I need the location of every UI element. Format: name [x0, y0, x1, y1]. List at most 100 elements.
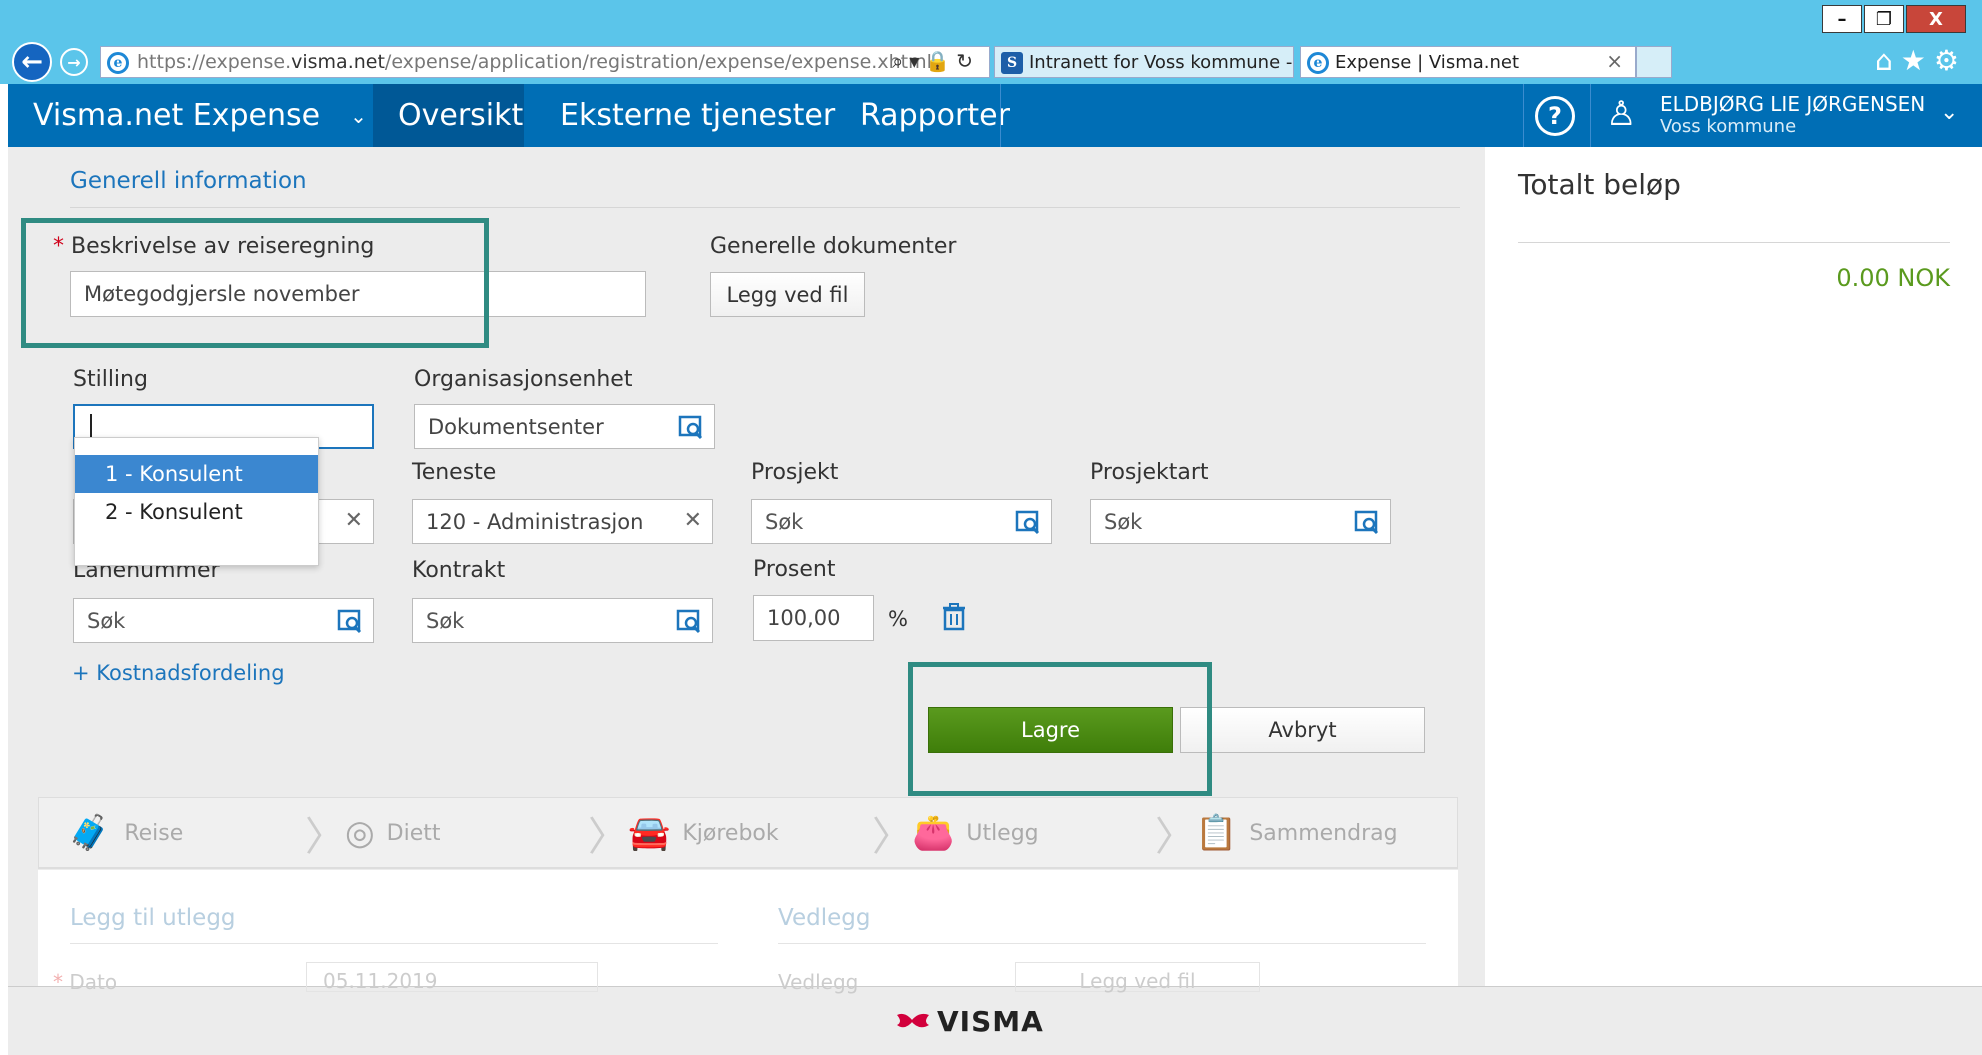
arrow-left-icon: ←: [21, 47, 43, 77]
sharepoint-icon: S: [1001, 52, 1023, 74]
tab-intranett[interactable]: S Intranett for Voss kommune - ...: [994, 46, 1294, 78]
visma-logo-icon: [897, 1013, 929, 1027]
menu-divider: [1590, 84, 1591, 147]
suitcase-icon: 🧳: [68, 813, 111, 853]
org-input[interactable]: Dokumentsenter: [414, 404, 715, 449]
step-kjorebok[interactable]: 🚘 Kjørebok: [628, 797, 779, 869]
toolbar-icons: ⌂★⚙: [1875, 44, 1967, 77]
url-path: /expense/application/registration/expens…: [384, 51, 932, 73]
kontrakt-input[interactable]: Søk: [412, 598, 713, 643]
tab-label: Intranett for Voss kommune - ...: [1029, 51, 1294, 73]
close-icon: X: [1929, 8, 1943, 30]
menu-divider: [1523, 84, 1524, 147]
menu-oversikt[interactable]: Oversikt: [373, 84, 524, 147]
step-utlegg[interactable]: 👛 Utlegg: [912, 797, 1039, 869]
kontrakt-label: Kontrakt: [412, 558, 506, 583]
step-diett[interactable]: ◎ Diett: [345, 797, 441, 869]
help-button[interactable]: ?: [1535, 96, 1575, 136]
step-label: Sammendrag: [1249, 820, 1398, 846]
cancel-button[interactable]: Avbryt: [1180, 707, 1425, 753]
minimize-icon: –: [1837, 8, 1847, 30]
chevron-right-icon: 〉: [872, 814, 912, 860]
address-bar[interactable]: e https://expense. visma.net/expense/appl…: [100, 46, 990, 78]
cost-distribution-link[interactable]: + Kostnadsfordeling: [72, 661, 285, 685]
clear-icon[interactable]: ✕: [345, 508, 363, 533]
chevron-right-icon: 〉: [305, 814, 345, 860]
date-input[interactable]: 05.11.2019: [306, 962, 598, 993]
text-cursor: [90, 413, 92, 440]
stilling-label: Stilling: [73, 367, 148, 392]
date-label: * Dato: [53, 970, 118, 994]
teneste-label: Teneste: [412, 460, 497, 485]
report-icon: 📋: [1195, 813, 1238, 853]
kontrakt-placeholder: Søk: [426, 608, 465, 633]
menu-rapporter[interactable]: Rapporter: [835, 84, 1010, 147]
date-value: 05.11.2019: [323, 969, 438, 993]
plate-icon: ◎: [345, 813, 375, 853]
prosent-input[interactable]: 100,00: [753, 595, 874, 641]
close-window-button[interactable]: X: [1906, 5, 1966, 33]
tab-expense[interactable]: e Expense | Visma.net ×: [1300, 46, 1636, 78]
divider: [70, 943, 718, 944]
menu-label: Rapporter: [860, 98, 1010, 133]
divider: [70, 207, 1460, 208]
prosjekt-input[interactable]: Søk: [751, 499, 1052, 544]
back-button[interactable]: ←: [12, 42, 52, 82]
gear-icon[interactable]: ⚙: [1934, 44, 1967, 77]
ie-icon: e: [1307, 52, 1329, 74]
highlight-box-save: [908, 662, 1212, 796]
documents-label: Generelle dokumenter: [710, 234, 957, 259]
step-reise[interactable]: 🧳 Reise: [68, 797, 183, 869]
user-menu[interactable]: ELDBJØRG LIE JØRGENSEN Voss kommune: [1660, 92, 1925, 137]
lookup-icon[interactable]: [337, 608, 363, 634]
prosent-unit: %: [888, 607, 908, 631]
clear-icon[interactable]: ✕: [684, 508, 702, 533]
step-label: Utlegg: [966, 820, 1039, 846]
chevron-right-icon: 〉: [1155, 814, 1195, 860]
lookup-icon[interactable]: [1015, 509, 1041, 535]
divider: [1518, 242, 1950, 243]
help-icon: ?: [1548, 102, 1562, 130]
address-tools-icon[interactable]: ⌕▾🔒↻: [892, 49, 979, 73]
step-sammendrag[interactable]: 📋 Sammendrag: [1195, 797, 1398, 869]
trash-icon[interactable]: [942, 603, 966, 631]
prosjekt-placeholder: Søk: [765, 509, 804, 534]
close-tab-icon[interactable]: ×: [1606, 49, 1623, 73]
lookup-icon[interactable]: [676, 608, 702, 634]
ie-icon: e: [107, 52, 129, 74]
url-domain: visma.net: [291, 51, 385, 73]
user-name: ELDBJØRG LIE JØRGENSEN: [1660, 92, 1926, 116]
minimize-button[interactable]: –: [1822, 5, 1862, 33]
divider: [778, 943, 1426, 944]
forward-button[interactable]: →: [60, 48, 88, 76]
restore-button[interactable]: ❐: [1864, 5, 1904, 33]
step-label: Reise: [124, 820, 184, 846]
attach-file-button-lower[interactable]: Legg ved fil: [1015, 962, 1260, 993]
prosent-value: 100,00: [767, 606, 841, 630]
attach-file-button[interactable]: Legg ved fil: [710, 272, 865, 317]
menu-divider: [1000, 84, 1001, 147]
visma-logo-text: VISMA: [937, 1005, 1044, 1038]
attach-file-label: Legg ved fil: [1079, 969, 1196, 993]
lookup-icon[interactable]: [678, 414, 704, 440]
home-icon[interactable]: ⌂: [1875, 44, 1901, 77]
new-tab[interactable]: [1636, 46, 1672, 78]
chevron-down-icon[interactable]: ⌄: [1940, 100, 1958, 125]
lookup-icon[interactable]: [1354, 509, 1380, 535]
menu-eksterne-tjenester[interactable]: Eksterne tjenester: [535, 84, 835, 147]
star-icon[interactable]: ★: [1901, 44, 1934, 77]
user-icon: ♙: [1606, 94, 1637, 134]
prosjektart-input[interactable]: Søk: [1090, 499, 1391, 544]
wallet-icon: 👛: [912, 813, 955, 853]
attachment-label: Vedlegg: [778, 970, 859, 994]
step-label: Diett: [386, 820, 441, 846]
org-value: Dokumentsenter: [428, 414, 604, 439]
dropdown-option[interactable]: 2 - Konsulent: [75, 493, 318, 531]
total-title: Totalt beløp: [1518, 168, 1681, 201]
teneste-input[interactable]: 120 - Administrasjon ✕: [412, 499, 713, 544]
option-label: 2 - Konsulent: [105, 500, 243, 524]
app-switcher[interactable]: Visma.net Expense ⌄: [8, 84, 373, 147]
lanenummer-input[interactable]: Søk: [73, 598, 374, 643]
menu-label: Oversikt: [398, 98, 524, 133]
dropdown-option[interactable]: 1 - Konsulent: [75, 455, 318, 493]
